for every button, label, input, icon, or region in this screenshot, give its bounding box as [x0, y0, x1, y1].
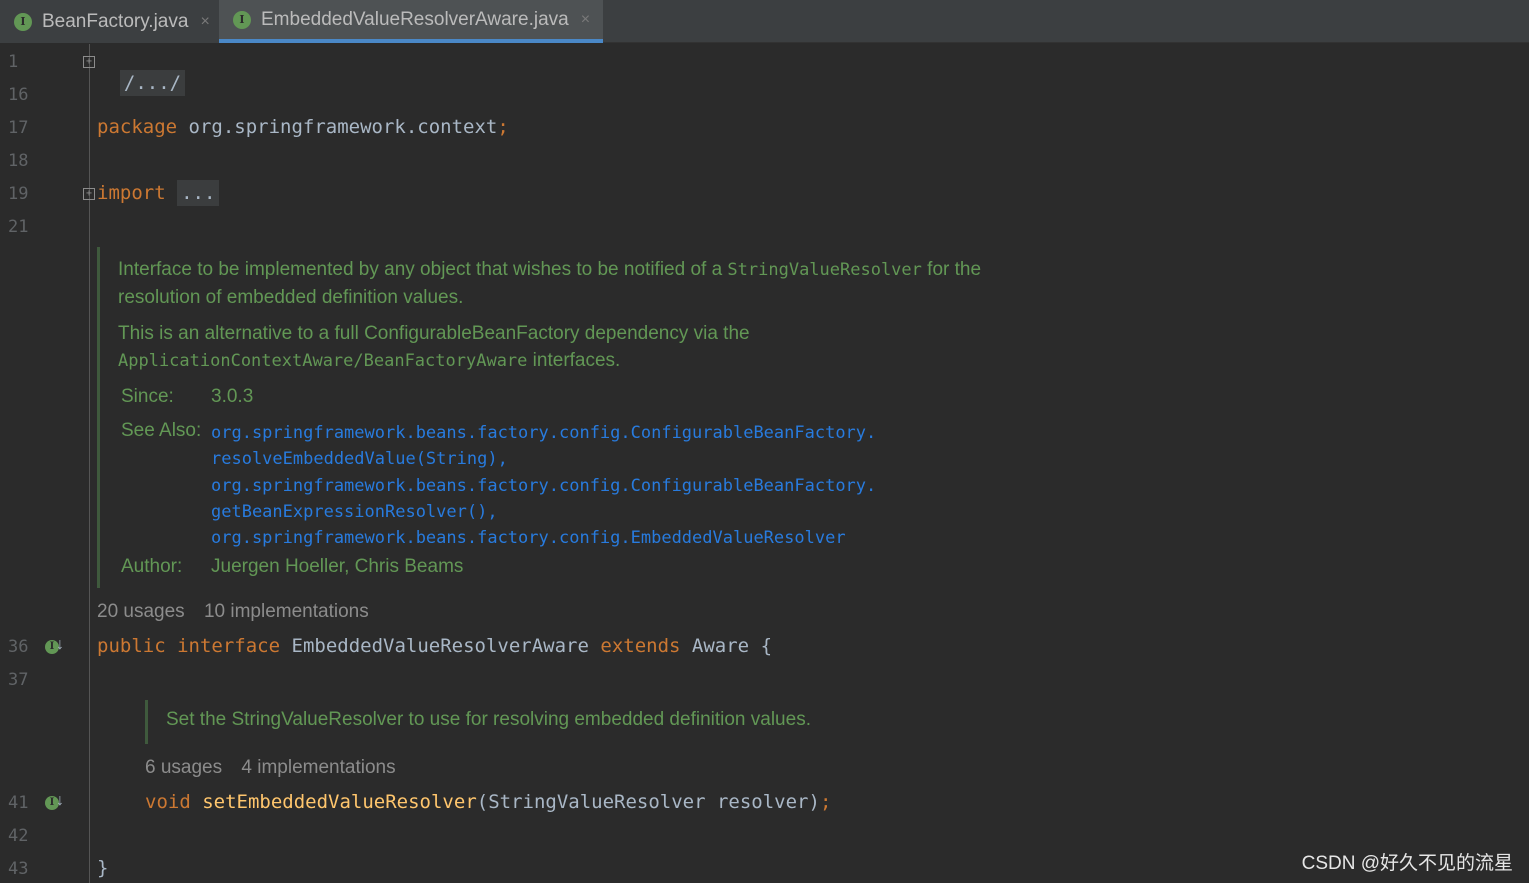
see-also-link[interactable]: org.springframework.beans.factory.config… [211, 473, 876, 499]
see-also-link[interactable]: org.springframework.beans.factory.config… [211, 525, 876, 551]
keyword-void: void [145, 791, 191, 813]
doc-text: for the [921, 259, 982, 280]
fold-expand-icon[interactable]: + [83, 188, 95, 200]
line-number: 21 [8, 217, 29, 237]
line-number: 17 [8, 118, 29, 138]
line-number: 19 [8, 184, 29, 204]
line-number: 1 [8, 52, 19, 72]
close-brace: } [97, 857, 109, 879]
usages-count[interactable]: 6 usages [145, 757, 222, 778]
implementations-count[interactable]: 4 implementations [241, 757, 395, 778]
watermark: CSDN @好久不见的流星 [1301, 853, 1513, 874]
interface-name: EmbeddedValueResolverAware [291, 635, 589, 657]
doc-text: resolution of embedded definition values… [118, 287, 464, 308]
code-line-19: import ... [97, 180, 220, 206]
author-label: Author: [121, 556, 183, 577]
collapsed-header-comment[interactable]: /.../ [119, 70, 186, 96]
line-number: 42 [8, 826, 29, 846]
method-params: (StringValueResolver resolver) [476, 791, 820, 813]
see-also-link[interactable]: getBeanExpressionResolver(), [211, 499, 876, 525]
javadoc-bar [97, 247, 100, 588]
code-line-17: package org.springframework.context; [97, 116, 509, 138]
fold-expand-icon[interactable]: + [83, 56, 95, 68]
keyword-package: package [97, 116, 178, 138]
collapsed-imports[interactable]: ... [177, 180, 220, 206]
code-line-1: /.../ [97, 50, 186, 96]
down-arrow-icon[interactable]: ↓ [56, 636, 64, 654]
method-name: setEmbeddedValueResolver [202, 791, 477, 813]
parent-interface: Aware [691, 635, 750, 657]
line-number: 16 [8, 85, 29, 105]
tab-label: BeanFactory.java [42, 10, 189, 32]
see-also-link[interactable]: org.springframework.beans.factory.config… [211, 420, 876, 446]
doc-text: Interface to be implemented by any objec… [118, 259, 728, 280]
since-label: Since: [121, 386, 174, 407]
interface-icon: I [14, 12, 32, 31]
close-icon[interactable]: × [581, 11, 590, 29]
doc-code: StringValueResolver [727, 260, 922, 280]
method-javadoc: Set the StringValueResolver to use for r… [166, 709, 811, 730]
doc-text: interfaces. [527, 350, 621, 371]
author-value: Juergen Hoeller, Chris Beams [211, 556, 464, 577]
tab-embeddedvalueresolveraware[interactable]: I EmbeddedValueResolverAware.java × [219, 0, 603, 43]
doc-code: ApplicationContextAware/BeanFactoryAware [118, 351, 528, 371]
line-number: 37 [8, 670, 29, 690]
package-name: org.springframework.context [177, 116, 498, 138]
keyword-interface: interface [177, 635, 281, 657]
code-line-41: void setEmbeddedValueResolver(StringValu… [145, 791, 831, 813]
tab-label: EmbeddedValueResolverAware.java [261, 8, 569, 30]
line-number: 36 [8, 637, 29, 657]
doc-text: This is an alternative to a full Configu… [118, 323, 750, 344]
code-line-43: } [97, 857, 108, 879]
javadoc-paragraph: This is an alternative to a full Configu… [118, 320, 1118, 375]
line-number: 41 [8, 793, 29, 813]
see-also-link[interactable]: resolveEmbeddedValue(String), [211, 446, 876, 472]
usages-hint[interactable]: 6 usages 4 implementations [145, 757, 396, 779]
line-number: 43 [8, 859, 29, 879]
implementations-count[interactable]: 10 implementations [204, 601, 369, 622]
keyword-extends: extends [600, 635, 681, 657]
usages-count[interactable]: 20 usages [97, 601, 185, 622]
down-arrow-icon[interactable]: ↓ [56, 792, 64, 810]
javadoc-author: Author: Juergen Hoeller, Chris Beams [121, 556, 463, 578]
usages-hint[interactable]: 20 usages 10 implementations [97, 601, 369, 623]
interface-icon: I [233, 10, 251, 29]
line-number: 18 [8, 151, 29, 171]
semicolon: ; [819, 791, 832, 813]
see-also-links: org.springframework.beans.factory.config… [211, 420, 876, 551]
javadoc-description: Interface to be implemented by any objec… [118, 256, 1118, 311]
code-line-36: public interface EmbeddedValueResolverAw… [97, 635, 772, 657]
see-also-label: See Also: [121, 420, 202, 441]
javadoc-since: Since: 3.0.3 [121, 386, 253, 408]
javadoc-bar [145, 700, 148, 744]
open-brace: { [760, 635, 773, 657]
keyword-import: import [97, 182, 166, 204]
editor-tab-bar: I BeanFactory.java × I EmbeddedValueReso… [0, 0, 1529, 43]
close-icon[interactable]: × [200, 13, 209, 31]
since-value: 3.0.3 [211, 386, 254, 407]
semicolon: ; [497, 116, 509, 138]
tab-beanfactory[interactable]: I BeanFactory.java × [0, 0, 219, 43]
keyword-public: public [97, 635, 166, 657]
gutter-divider [89, 44, 90, 883]
